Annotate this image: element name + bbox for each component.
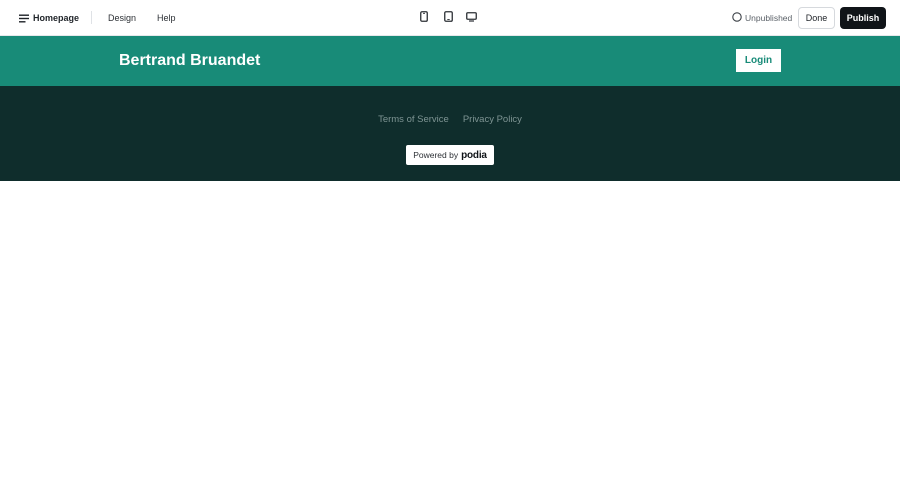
publish-status: Unpublished <box>732 10 792 26</box>
editor-toolbar: Homepage Design Help Unpublished Done Pu… <box>0 0 900 36</box>
login-button[interactable]: Login <box>736 49 781 72</box>
podia-logo: podia <box>461 149 487 161</box>
privacy-policy-link[interactable]: Privacy Policy <box>463 114 522 125</box>
status-label: Unpublished <box>745 13 793 23</box>
page-selector-label: Homepage <box>33 13 80 23</box>
help-link[interactable]: Help <box>157 10 176 26</box>
mobile-preview-button[interactable] <box>415 9 433 27</box>
site-title[interactable]: Bertrand Bruandet <box>119 50 260 72</box>
publish-button[interactable]: Publish <box>840 7 886 29</box>
desktop-preview-button[interactable] <box>462 9 480 27</box>
design-link[interactable]: Design <box>108 10 136 26</box>
desktop-device-icon <box>465 9 477 27</box>
tablet-preview-button[interactable] <box>439 9 457 27</box>
toolbar-divider <box>91 11 92 24</box>
footer-links: Terms of Service Privacy Policy <box>0 114 900 125</box>
powered-by-badge[interactable]: Powered by podia <box>406 145 494 165</box>
terms-of-service-link[interactable]: Terms of Service <box>378 114 449 125</box>
menu-lines-icon <box>19 14 29 23</box>
done-button[interactable]: Done <box>798 7 835 29</box>
tablet-device-icon <box>443 9 453 27</box>
site-footer: Terms of Service Privacy Policy Powered … <box>0 86 900 181</box>
powered-by-text: Powered by <box>413 150 459 160</box>
circle-outline-icon <box>732 12 742 24</box>
page-canvas <box>0 181 900 484</box>
mobile-device-icon <box>420 9 428 27</box>
page-selector[interactable]: Homepage <box>19 10 79 26</box>
site-header: Bertrand Bruandet Login <box>0 36 900 86</box>
